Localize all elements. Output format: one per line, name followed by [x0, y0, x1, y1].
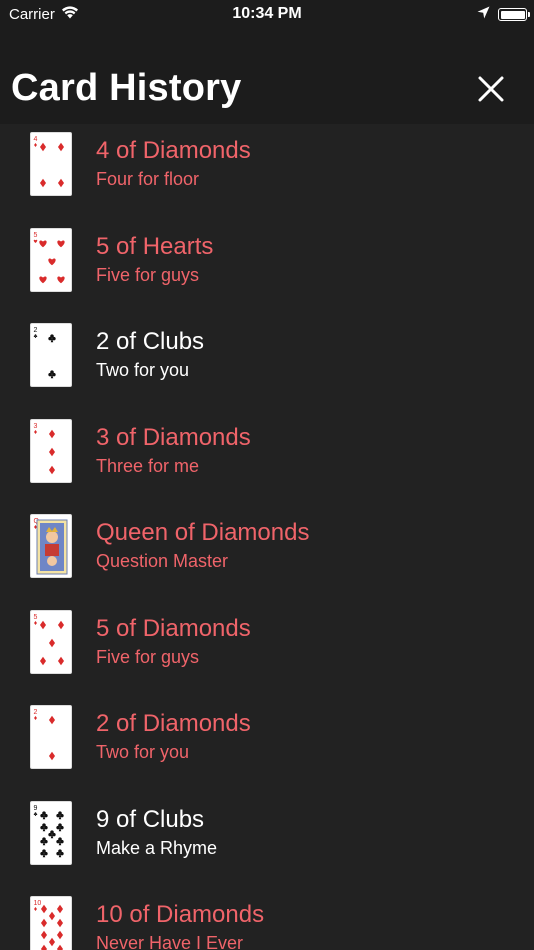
svg-text:2: 2 [34, 327, 38, 334]
card-name: 2 of Diamonds [96, 710, 251, 737]
diamond-card-icon: 4 [30, 132, 72, 196]
svg-text:2: 2 [34, 709, 38, 716]
svg-text:9: 9 [34, 805, 38, 812]
status-bar: Carrier 10:34 PM [0, 0, 534, 30]
location-arrow-icon [477, 6, 490, 23]
club-card-icon: 2 [30, 323, 72, 387]
card-rule: Five for guys [96, 646, 200, 667]
card-history-row[interactable]: 4 4 of Diamonds Four for floor [0, 124, 534, 220]
card-name: 5 of Diamonds [96, 614, 251, 642]
card-name: 3 of Diamonds [96, 423, 251, 451]
card-name: 2 of Clubs [96, 328, 205, 355]
card-history-row[interactable]: 5 5 of Hearts Five for guys [0, 220, 534, 316]
card-history-row[interactable]: 10 10 of Diamonds Never Have I Ever [0, 888, 534, 950]
navigation-bar: Card History [0, 30, 534, 124]
card-history-row[interactable]: 5 5 of Diamonds Five for guys [0, 602, 534, 698]
card-name: 9 of Clubs [96, 805, 205, 833]
svg-text:3: 3 [34, 423, 38, 430]
card-rule: Make a Rhyme [96, 837, 218, 858]
close-icon [478, 76, 504, 102]
card-rule: Five for guys [96, 264, 200, 285]
battery-icon [498, 8, 530, 21]
diamond-card-icon: 3 [30, 418, 72, 483]
diamond-card-icon: Q [30, 514, 72, 578]
heart-card-icon: 5 [30, 227, 72, 292]
page-title: Card History [11, 67, 242, 109]
card-history-row[interactable]: 3 3 of Diamonds Three for me [0, 411, 534, 507]
card-history-row[interactable]: 9 9 of Clubs Make a Rhyme [0, 793, 534, 889]
diamond-card-icon: 10 [30, 896, 72, 950]
card-rule: Three for me [96, 455, 200, 476]
card-history-row[interactable]: 2 2 of Clubs Two for you [0, 315, 534, 411]
card-history-row[interactable]: Q Queen of Diamonds Question Master [0, 506, 534, 602]
svg-text:5: 5 [34, 232, 38, 239]
card-name: 10 of Diamonds [96, 901, 265, 928]
card-rule: Two for you [96, 360, 190, 380]
card-rule: Question Master [96, 551, 229, 571]
card-rule: Four for floor [96, 169, 200, 189]
svg-text:5: 5 [34, 614, 38, 621]
close-button[interactable] [476, 74, 506, 104]
diamond-card-icon: 5 [30, 609, 72, 674]
status-right [477, 6, 530, 23]
card-history-row[interactable]: 2 2 of Diamonds Two for you [0, 697, 534, 793]
card-rule: Never Have I Ever [96, 933, 244, 950]
card-history-list[interactable]: 4 4 of Diamonds Four for floor 5 5 of Hearts… [0, 124, 534, 950]
status-time: 10:34 PM [232, 5, 302, 22]
svg-text:4: 4 [34, 136, 38, 143]
club-card-icon: 9 [30, 800, 72, 865]
card-name: 4 of Diamonds [96, 137, 251, 164]
card-name: 5 of Hearts [96, 232, 214, 260]
card-rule: Two for you [96, 742, 190, 762]
card-name: Queen of Diamonds [96, 519, 310, 546]
svg-text:10: 10 [34, 900, 42, 907]
diamond-card-icon: 2 [30, 705, 72, 769]
